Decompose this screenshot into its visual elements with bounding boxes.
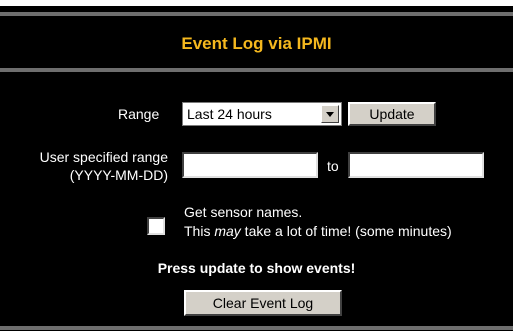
chevron-down-icon[interactable] — [321, 105, 339, 123]
bottom-separator — [0, 326, 513, 330]
event-log-panel: Event Log via IPMI Range Last 24 hours U… — [0, 6, 513, 331]
title-separator — [0, 68, 513, 72]
page-title: Event Log via IPMI — [181, 34, 332, 53]
to-date-input[interactable] — [348, 152, 484, 178]
clear-event-log-button[interactable]: Clear Event Log — [184, 290, 342, 316]
status-message: Press update to show events! — [157, 260, 356, 276]
sensor-names-text: Get sensor names. This may take a lot of… — [184, 203, 452, 241]
sensor-note-start: This — [184, 223, 215, 239]
range-select-value: Last 24 hours — [187, 106, 272, 122]
range-select[interactable]: Last 24 hours — [182, 102, 342, 126]
range-label: Range — [118, 106, 160, 122]
sensor-note-emphasis: may — [214, 223, 241, 239]
sensor-note-end: take a lot of time! (some minutes) — [240, 223, 452, 239]
user-range-label: User specified range (YYYY-MM-DD) — [0, 148, 168, 184]
sensor-names-line2: This may take a lot of time! (some minut… — [184, 222, 452, 241]
top-separator — [0, 12, 513, 16]
from-date-input[interactable] — [182, 152, 318, 178]
to-label: to — [327, 158, 339, 174]
user-range-label-line2: (YYYY-MM-DD) — [69, 167, 168, 183]
update-button[interactable]: Update — [348, 102, 436, 126]
sensor-names-line1: Get sensor names. — [184, 204, 303, 220]
user-range-label-line1: User specified range — [39, 149, 168, 165]
sensor-names-checkbox[interactable] — [147, 217, 165, 235]
